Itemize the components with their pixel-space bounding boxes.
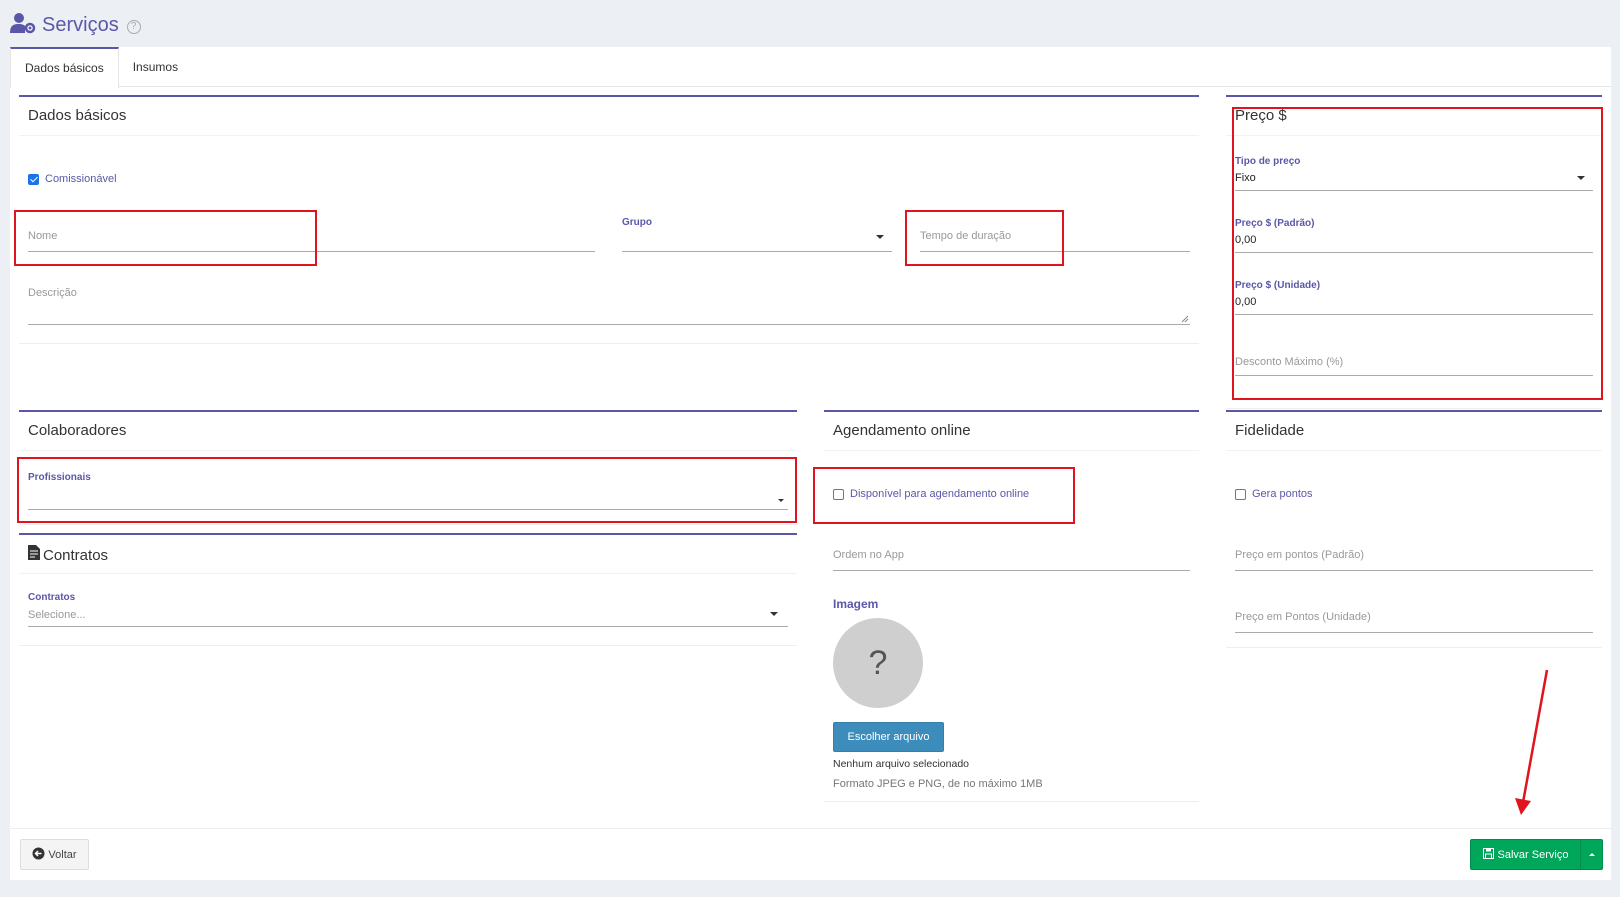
caret-down-icon [770, 612, 778, 616]
gera-pontos-checkbox-row[interactable]: Gera pontos [1235, 488, 1313, 500]
image-placeholder: ? [833, 618, 923, 708]
footer-divider [10, 828, 1611, 829]
ordem-app-placeholder: Ordem no App [833, 549, 904, 561]
box-title: Colaboradores [28, 422, 127, 439]
grupo-label: Grupo [622, 217, 652, 228]
box-contratos: Contratos Contratos Selecione... [19, 533, 797, 646]
tab-bar: Dados básicos Insumos [10, 47, 1611, 88]
gera-pontos-label: Gera pontos [1252, 488, 1313, 500]
pontos-padrao-input[interactable]: Preço em pontos (Padrão) [1235, 537, 1593, 571]
annotation-box-nome [14, 210, 317, 266]
pontos-padrao-placeholder: Preço em pontos (Padrão) [1235, 549, 1365, 561]
save-icon [1482, 847, 1494, 862]
contratos-label: Contratos [28, 592, 76, 603]
annotation-box-tempo [905, 210, 1064, 266]
comissionavel-label: Comissionável [45, 173, 117, 185]
tab-insumos[interactable]: Insumos [119, 47, 192, 87]
comissionavel-checkbox-row[interactable]: Comissionável [28, 173, 117, 185]
grupo-select[interactable] [622, 232, 892, 252]
box-title: Agendamento online [833, 422, 971, 439]
choose-file-button[interactable]: Escolher arquivo [833, 722, 944, 752]
user-gear-icon [10, 12, 36, 39]
page-header: Serviços ? [10, 10, 141, 40]
resize-handle-icon[interactable] [1181, 315, 1189, 323]
pontos-unidade-placeholder: Preço em Pontos (Unidade) [1235, 611, 1371, 623]
caret-up-icon [1588, 853, 1595, 856]
box-divider [1226, 450, 1602, 451]
box-title: Dados básicos [28, 107, 127, 124]
comissionavel-checkbox[interactable] [28, 173, 39, 185]
imagem-label: Imagem [833, 597, 879, 611]
back-button[interactable]: Voltar [20, 839, 89, 870]
caret-down-icon [876, 235, 884, 239]
save-options-toggle[interactable] [1580, 839, 1603, 870]
annotation-box-preco [1232, 107, 1603, 400]
page-title: Serviços [42, 13, 119, 36]
save-service-button[interactable]: Salvar Serviço [1470, 839, 1581, 870]
back-button-label: Voltar [48, 848, 77, 861]
annotation-box-profissionais [17, 457, 797, 523]
contratos-select[interactable]: Selecione... [28, 607, 788, 627]
arrow-left-circle-icon [32, 847, 45, 863]
annotation-box-disponivel [813, 467, 1075, 524]
box-divider [19, 135, 1199, 136]
box-divider [19, 450, 797, 451]
descricao-placeholder: Descrição [28, 287, 77, 299]
tab-dados-basicos[interactable]: Dados básicos [10, 47, 119, 88]
pontos-unidade-input[interactable]: Preço em Pontos (Unidade) [1235, 599, 1593, 633]
help-circle-icon[interactable]: ? [126, 19, 141, 34]
contract-icon [28, 545, 40, 565]
ordem-app-input[interactable]: Ordem no App [833, 537, 1190, 571]
box-title: Contratos [43, 546, 109, 564]
contratos-title-row: Contratos [28, 545, 108, 565]
gera-pontos-checkbox[interactable] [1235, 488, 1246, 500]
box-divider [19, 573, 797, 574]
question-mark-icon: ? [868, 643, 888, 682]
contratos-placeholder: Selecione... [28, 609, 86, 621]
box-fidelidade: Fidelidade Gera pontos Preço em pontos (… [1226, 410, 1602, 648]
file-format-hint: Formato JPEG e PNG, de no máximo 1MB [833, 778, 1043, 790]
save-service-label: Salvar Serviço [1497, 848, 1569, 861]
descricao-textarea[interactable]: Descrição [28, 277, 1190, 325]
no-file-text: Nenhum arquivo selecionado [833, 758, 970, 770]
box-divider [824, 450, 1199, 451]
box-title: Fidelidade [1235, 422, 1305, 439]
annotation-arrow [1515, 669, 1549, 815]
